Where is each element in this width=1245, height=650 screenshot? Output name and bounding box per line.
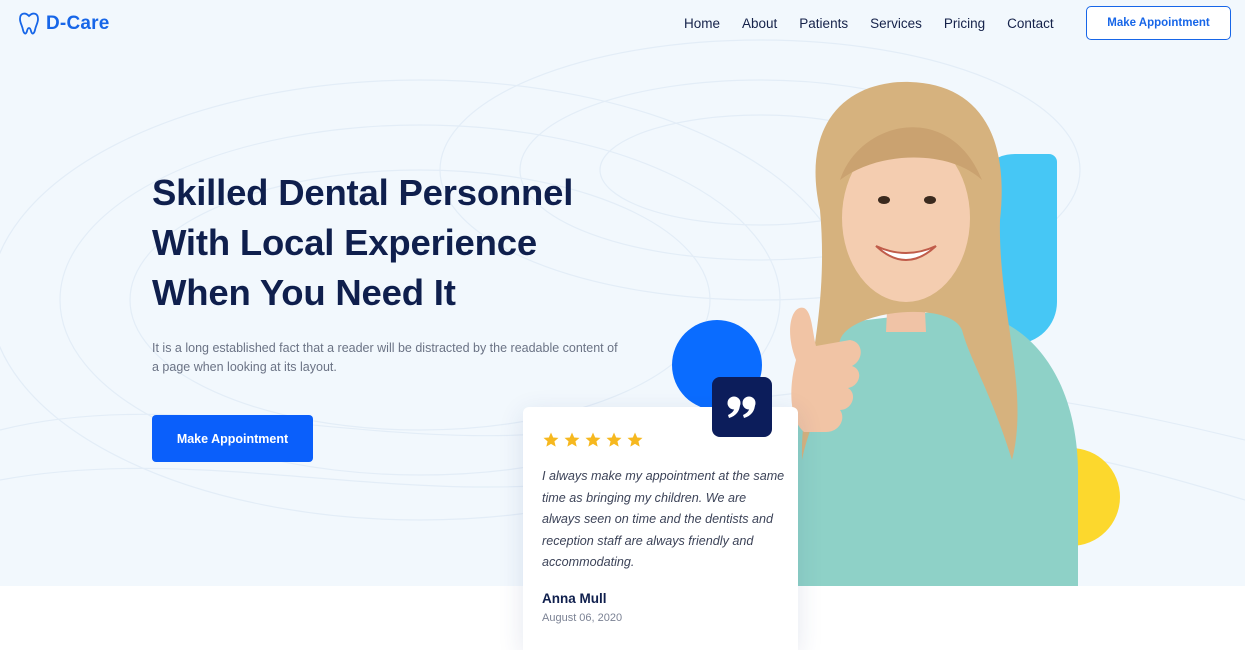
- headline-line-3: When You Need It: [152, 272, 456, 313]
- testimonial-date: August 06, 2020: [542, 612, 623, 624]
- nav-patients[interactable]: Patients: [799, 16, 848, 32]
- testimonial-quote: I always make my appointment at the same…: [542, 469, 785, 569]
- testimonial-card: I always make my appointment at the same…: [523, 407, 798, 650]
- star-icon: [627, 432, 643, 447]
- nav-home[interactable]: Home: [684, 16, 720, 32]
- star-icon: [543, 432, 559, 447]
- brand-logo[interactable]: D-Care: [19, 12, 110, 36]
- header-make-appointment-button[interactable]: Make Appointment: [1086, 6, 1231, 40]
- headline-line-2: With Local Experience: [152, 222, 537, 263]
- star-icon: [606, 432, 622, 447]
- main-nav: Home About Patients Services Pricing Con…: [684, 16, 1076, 32]
- tooth-icon: [19, 12, 39, 35]
- nav-pricing[interactable]: Pricing: [944, 16, 985, 32]
- quote-icon: [727, 396, 756, 418]
- star-icon: [564, 432, 580, 447]
- headline-line-1: Skilled Dental Personnel: [152, 172, 574, 213]
- brand-name: D-Care: [46, 13, 110, 34]
- nav-services[interactable]: Services: [870, 16, 922, 32]
- hero-headline: Skilled Dental Personnel With Local Expe…: [152, 168, 573, 318]
- testimonial-author: Anna Mull: [542, 591, 607, 606]
- nav-about[interactable]: About: [742, 16, 777, 32]
- hero-make-appointment-button[interactable]: Make Appointment: [152, 415, 313, 462]
- nav-contact[interactable]: Contact: [1007, 16, 1054, 32]
- quote-badge: [712, 377, 772, 437]
- star-rating: [542, 431, 644, 449]
- hero-description: It is a long established fact that a rea…: [152, 341, 618, 374]
- star-icon: [585, 432, 601, 447]
